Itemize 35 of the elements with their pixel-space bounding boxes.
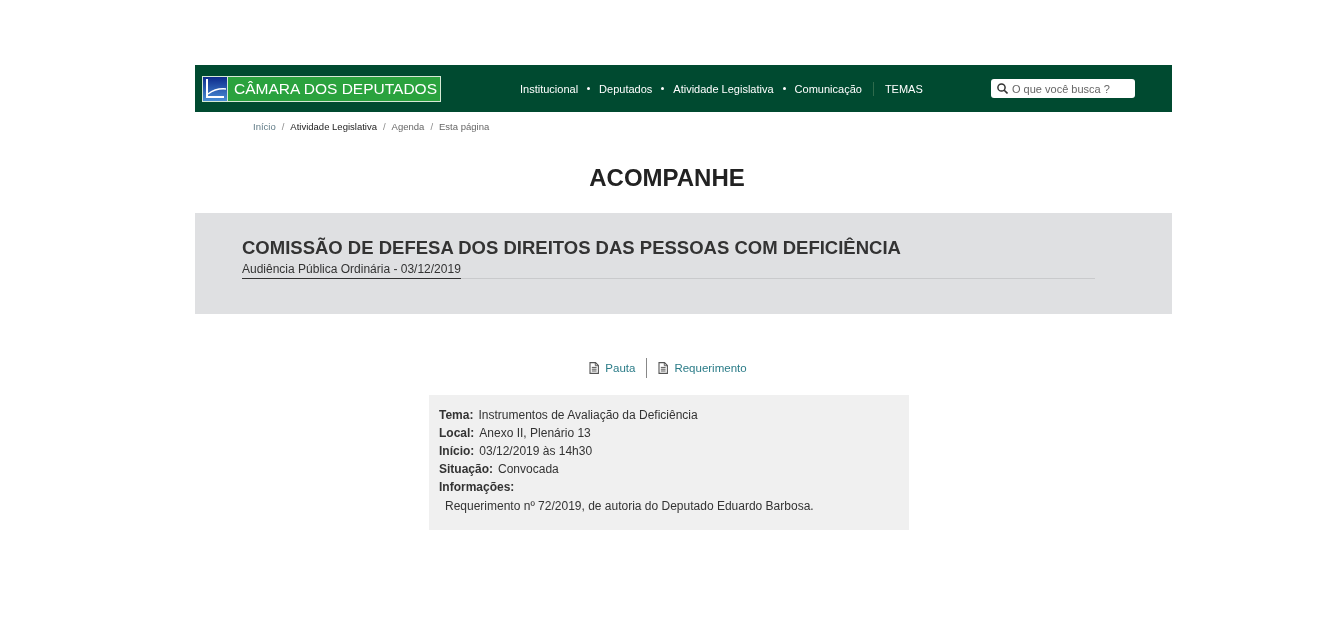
field-value: 03/12/2019 às 14h30 xyxy=(479,444,593,458)
search-field[interactable]: O que você busca ? xyxy=(991,79,1135,98)
breadcrumb-link[interactable]: Agenda xyxy=(391,121,425,133)
dot-icon xyxy=(587,87,591,90)
dot-icon xyxy=(661,87,665,90)
breadcrumb-separator: / xyxy=(382,121,386,133)
nav-link[interactable]: Deputados xyxy=(599,82,653,95)
document-icon xyxy=(589,362,600,374)
field-value: Instrumentos de Avaliação da Deficiência xyxy=(478,408,698,422)
field-label: Tema: xyxy=(439,408,474,422)
dot-icon xyxy=(782,87,786,90)
field-label: Situação: xyxy=(439,462,493,476)
document-link[interactable]: Requerimento xyxy=(658,362,747,374)
nav-link[interactable]: TEMAS xyxy=(884,82,923,95)
breadcrumb-separator: / xyxy=(281,121,285,133)
field-value: Convocada xyxy=(498,462,559,476)
field-value: Requerimento nº 72/2019, de autoria do Deputado Eduardo Barbosa. xyxy=(445,499,814,513)
field-label: Início: xyxy=(439,444,475,458)
breadcrumb-link[interactable]: Início xyxy=(253,121,276,133)
breadcrumb-separator: / xyxy=(430,121,433,133)
nav-link[interactable]: Comunicação xyxy=(794,82,862,95)
search-icon xyxy=(997,83,1008,94)
document-link[interactable]: Pauta xyxy=(589,362,636,374)
field-label: Informações: xyxy=(439,480,515,494)
breadcrumb-link[interactable]: Esta página xyxy=(439,121,490,133)
committee-name: COMISSÃO DE DEFESA DOS DIREITOS DAS PESSOAS COM DEFICIÊNCIA xyxy=(242,237,902,259)
breadcrumb-link[interactable]: Atividade Legislativa xyxy=(290,121,377,133)
field-value: Anexo II, Plenário 13 xyxy=(479,426,591,440)
document-icon xyxy=(658,362,669,374)
page-title: ACOMPANHE xyxy=(588,163,746,193)
field-label: Local: xyxy=(439,426,475,440)
nav-link[interactable]: Atividade Legislativa xyxy=(673,82,774,95)
emblem-icon xyxy=(203,76,228,101)
meeting-subtitle: Audiência Pública Ordinária - 03/12/2019 xyxy=(242,262,461,279)
nav-link[interactable]: Institucional xyxy=(520,82,579,95)
